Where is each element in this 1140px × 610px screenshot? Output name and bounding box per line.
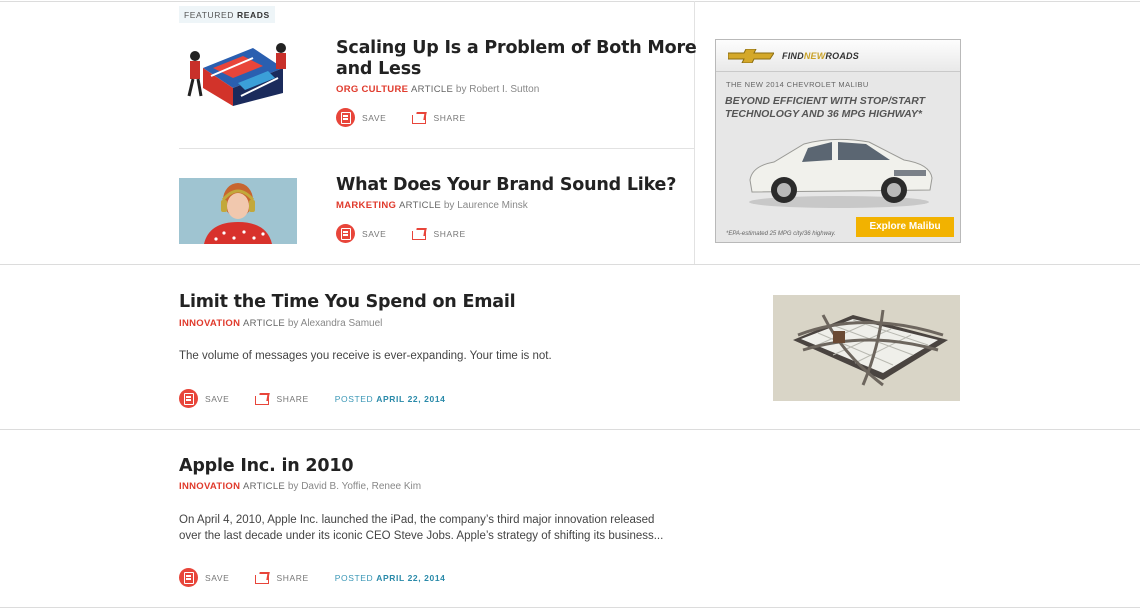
topic-link[interactable]: ORG CULTURE xyxy=(336,84,408,95)
share-button[interactable]: SHARE xyxy=(255,572,308,584)
featured-reads-label: FEATURED READS xyxy=(179,6,275,23)
save-label: SAVE xyxy=(205,393,230,404)
byline-by: by xyxy=(455,84,467,95)
topic-link[interactable]: INNOVATION xyxy=(179,318,240,329)
scaling-illustration-thumbnail[interactable] xyxy=(183,38,293,106)
posted-date-value: APRIL 22, 2014 xyxy=(376,572,446,583)
article-excerpt-2-line2: over the last decade under its iconic CE… xyxy=(179,530,664,542)
ad-headline-mark: * xyxy=(917,108,923,120)
article-meta-2: INNOVATION ARTICLE by David B. Yoffie, R… xyxy=(179,481,421,492)
headphones-portrait-thumbnail[interactable] xyxy=(179,178,297,244)
share-button[interactable]: SHARE xyxy=(412,112,465,124)
article-excerpt-1: The volume of messages you receive is ev… xyxy=(179,350,552,362)
posted-date: POSTED APRIL 22, 2014 xyxy=(335,573,446,583)
save-label: SAVE xyxy=(205,572,230,583)
featured-item-divider xyxy=(179,148,694,149)
ad-subtitle: THE NEW 2014 CHEVROLET MALIBU xyxy=(726,80,869,89)
byline-by: by xyxy=(443,200,455,211)
save-icon xyxy=(336,224,355,243)
byline-by: by xyxy=(287,481,299,492)
article-excerpt-2: On April 4, 2010, Apple Inc. launched th… xyxy=(179,512,663,544)
explore-malibu-button[interactable]: Explore Malibu xyxy=(856,217,954,237)
byline-by: by xyxy=(287,318,299,329)
share-label: SHARE xyxy=(433,228,466,239)
content-type: ARTICLE xyxy=(399,200,442,211)
featured-actions-2: SAVE SHARE xyxy=(336,224,492,243)
posted-label: POSTED xyxy=(334,393,374,404)
share-icon xyxy=(412,112,427,124)
topic-link[interactable]: MARKETING xyxy=(336,200,396,211)
author-link[interactable]: Alexandra Samuel xyxy=(301,318,383,329)
content-type: ARTICLE xyxy=(243,318,286,329)
featured-title-1-line1[interactable]: Scaling Up Is a Problem of Both More xyxy=(336,38,697,59)
article-actions-1: SAVE SHARE POSTED APRIL 22, 2014 xyxy=(179,389,445,408)
ad-headline-2: TECHNOLOGY AND 36 MPG HIGHWAY xyxy=(725,108,918,120)
featured-actions-1: SAVE SHARE xyxy=(336,108,492,127)
posted-label: POSTED xyxy=(334,572,374,583)
share-label: SHARE xyxy=(433,112,466,123)
section-divider-3 xyxy=(0,607,1140,608)
save-label: SAVE xyxy=(362,228,387,239)
save-icon xyxy=(179,568,198,587)
article-title-2[interactable]: Apple Inc. in 2010 xyxy=(179,456,353,477)
featured-title-1-line2[interactable]: and Less xyxy=(336,59,697,80)
article-meta-1: INNOVATION ARTICLE by Alexandra Samuel xyxy=(179,318,382,329)
ad-tagline-3: ROADS xyxy=(825,50,859,61)
author-link[interactable]: Laurence Minsk xyxy=(457,200,528,211)
article-title-1[interactable]: Limit the Time You Spend on Email xyxy=(179,292,516,313)
ad-tagline: FINDNEWROADS xyxy=(782,51,859,61)
article-actions-2: SAVE SHARE POSTED APRIL 22, 2014 xyxy=(179,568,445,587)
posted-date-value: APRIL 22, 2014 xyxy=(376,393,446,404)
content-type: ARTICLE xyxy=(243,481,286,492)
share-button[interactable]: SHARE xyxy=(412,228,465,240)
share-icon xyxy=(255,572,270,584)
author-link[interactable]: David B. Yoffie, Renee Kim xyxy=(301,481,421,492)
ad-headline: BEYOND EFFICIENT WITH STOP/START TECHNOL… xyxy=(725,95,960,121)
chevrolet-ad[interactable]: FINDNEWROADS THE NEW 2014 CHEVROLET MALI… xyxy=(715,39,961,243)
share-icon xyxy=(412,228,427,240)
section-divider-1 xyxy=(0,264,1140,265)
save-button[interactable]: SAVE xyxy=(179,568,229,587)
top-divider xyxy=(0,1,1140,2)
ad-tagline-1: FIND xyxy=(782,50,804,61)
topic-link[interactable]: INNOVATION xyxy=(179,481,240,492)
save-button[interactable]: SAVE xyxy=(179,389,229,408)
chained-keyboard-thumbnail[interactable] xyxy=(773,295,960,401)
chevrolet-bowtie-icon xyxy=(728,48,774,63)
save-label: SAVE xyxy=(362,112,387,123)
ad-headline-1: BEYOND EFFICIENT WITH STOP/START xyxy=(725,95,926,107)
article-excerpt-2-line1: On April 4, 2010, Apple Inc. launched th… xyxy=(179,514,655,526)
featured-meta-2: MARKETING ARTICLE by Laurence Minsk xyxy=(336,200,528,211)
share-button[interactable]: SHARE xyxy=(255,393,308,405)
save-button[interactable]: SAVE xyxy=(336,224,386,243)
section-divider-2 xyxy=(0,429,1140,430)
author-link[interactable]: Robert I. Sutton xyxy=(469,84,539,95)
content-type: ARTICLE xyxy=(411,84,454,95)
featured-label-bold: READS xyxy=(236,10,270,20)
save-icon xyxy=(179,389,198,408)
share-label: SHARE xyxy=(276,393,309,404)
posted-date: POSTED APRIL 22, 2014 xyxy=(335,394,446,404)
featured-meta-1: ORG CULTURE ARTICLE by Robert I. Sutton xyxy=(336,84,539,95)
featured-label-prefix: FEATURED xyxy=(184,10,234,20)
save-button[interactable]: SAVE xyxy=(336,108,386,127)
ad-tagline-2: NEW xyxy=(803,50,826,61)
featured-title-2[interactable]: What Does Your Brand Sound Like? xyxy=(336,175,676,196)
ad-fine-print: *EPA-estimated 25 MPG city/36 highway. xyxy=(726,231,836,237)
share-icon xyxy=(255,393,270,405)
ad-header: FINDNEWROADS xyxy=(716,40,960,72)
share-label: SHARE xyxy=(276,572,309,583)
save-icon xyxy=(336,108,355,127)
featured-title-1[interactable]: Scaling Up Is a Problem of Both More and… xyxy=(336,38,697,80)
car-image xyxy=(749,138,933,208)
